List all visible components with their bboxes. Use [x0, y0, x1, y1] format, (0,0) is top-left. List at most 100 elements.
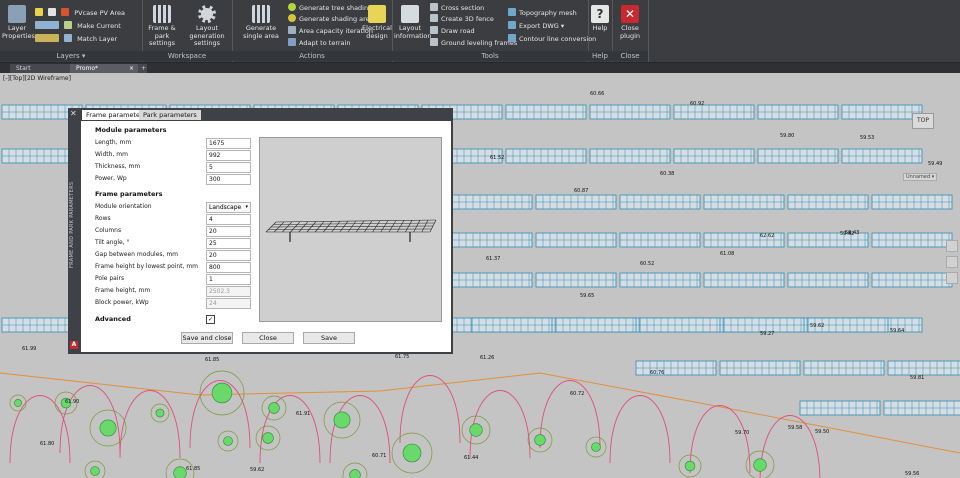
frame-field-input[interactable]: 800	[206, 262, 251, 273]
dialog-side-bar: ✕ FRAME AND PARK PARAMETERS A	[68, 108, 80, 354]
frame-park-settings-button[interactable]: Frame & park settings	[142, 5, 182, 48]
cross-section-icon	[430, 3, 438, 11]
actions-group-title: Actions	[232, 51, 392, 61]
close-plugin-button[interactable]: ✕ Close plugin	[613, 5, 647, 40]
close-button[interactable]: Close	[242, 332, 294, 344]
generate-single-area-button[interactable]: Generate single area	[236, 5, 286, 40]
navbar-zoom-icon[interactable]	[946, 256, 958, 268]
tree-marker	[14, 399, 22, 407]
frame-park-parameters-dialog: ✕ FRAME AND PARK PARAMETERS A Frame para…	[68, 108, 453, 354]
draw-road-button[interactable]: Draw road	[430, 26, 475, 36]
dialog-side-title: FRAME AND PARK PARAMETERS	[69, 181, 75, 268]
frame-parameters-heading: Frame parameters	[95, 190, 163, 198]
module-field-input[interactable]: 992	[206, 150, 251, 161]
viewport-controls-label[interactable]: [-][Top][2D Wireframe]	[3, 75, 71, 82]
elevation-label: 59.62	[250, 467, 265, 473]
layer-tools-2-icon	[35, 34, 59, 42]
module-field-label: Power, Wp	[95, 175, 127, 182]
elevation-label: 59.81	[910, 375, 925, 381]
create-3d-fence-button[interactable]: Create 3D fence	[430, 14, 494, 24]
area-capacity-iteration-button[interactable]: Area capacity iteration	[288, 26, 373, 36]
frame-field-input[interactable]: 1	[206, 274, 251, 285]
topography-mesh-button[interactable]: Topography mesh	[508, 8, 577, 18]
frame-field-input[interactable]: 20	[206, 250, 251, 261]
ribbon-group-workspace: Frame & park settings Layout generation …	[142, 0, 233, 62]
elevation-label: 59.56	[905, 471, 920, 477]
elevation-label: 59.49	[928, 161, 943, 167]
tab-park-parameters[interactable]: Park parameters	[139, 110, 201, 120]
elevation-label: 61.91	[296, 411, 311, 417]
navbar-pan-icon[interactable]	[946, 240, 958, 252]
export-dwg-button[interactable]: Export DWG ▾	[508, 21, 564, 31]
frame-field-input[interactable]: 25	[206, 238, 251, 249]
ucs-unnamed-label[interactable]: Unnamed ▾	[903, 173, 938, 181]
elevation-label: 59.53	[860, 135, 875, 141]
match-layer-button[interactable]: Match Layer	[35, 34, 117, 44]
layout-information-button[interactable]: Layout information	[394, 5, 432, 40]
elevation-label: 61.26	[480, 355, 495, 361]
adapt-to-terrain-button[interactable]: Adapt to terrain	[288, 38, 350, 48]
layers-group-title[interactable]: Layers ▾	[0, 51, 142, 61]
elevation-label: 61.44	[464, 455, 479, 461]
layer-properties-button[interactable]: Layer Properties	[2, 5, 35, 40]
tab-close-icon[interactable]: ×	[129, 64, 134, 73]
viewcube[interactable]: TOP	[912, 113, 934, 129]
tree-shading-outline	[119, 390, 181, 459]
save-button[interactable]: Save	[303, 332, 355, 344]
elevation-label: 60.38	[660, 171, 675, 177]
info-sheet-icon	[401, 5, 419, 23]
ground-leveling-frames-button[interactable]: Ground leveling frames	[430, 38, 517, 48]
tree-marker	[333, 411, 351, 429]
tree-marker	[349, 469, 361, 478]
sun-icon	[48, 8, 57, 16]
generate-shading-area-button[interactable]: Generate shading area	[288, 14, 374, 24]
layer-dropdown[interactable]: PVcase PV Area	[35, 8, 135, 18]
layout-generation-settings-button[interactable]: Layout generation settings	[184, 5, 230, 48]
elevation-label: 60.92	[690, 101, 705, 107]
frame-field-input[interactable]: 20	[206, 226, 251, 237]
advanced-checkbox[interactable]: ✓	[206, 315, 215, 324]
module-field-label: Thickness, mm	[95, 163, 141, 170]
gear-icon	[198, 5, 216, 23]
ribbon-group-help: ? Help Help	[588, 0, 613, 62]
layer-color-icon	[61, 8, 70, 16]
electrical-design-button[interactable]: Electrical design	[362, 5, 392, 40]
frame-field-input[interactable]: 4	[206, 214, 251, 225]
frame-module-row-line	[275, 219, 437, 223]
ribbon-group-layers: Layer Properties PVcase PV Area Make Cur…	[0, 0, 143, 62]
elevation-label: 61.37	[486, 256, 501, 262]
module-field-input[interactable]: 300	[206, 174, 251, 185]
dialog-close-icon[interactable]: ✕	[70, 109, 77, 118]
new-tab-button[interactable]: +	[138, 64, 147, 73]
tab-start[interactable]: Start	[10, 64, 72, 73]
navbar-orbit-icon[interactable]	[946, 272, 958, 284]
tree-marker	[268, 402, 280, 414]
module-field-input[interactable]: 1675	[206, 138, 251, 149]
frame-field-label: Pole pairs	[95, 275, 125, 282]
tree-shading-outline	[689, 405, 751, 474]
module-field-input[interactable]: 5	[206, 162, 251, 173]
help-button[interactable]: ? Help	[590, 5, 610, 33]
elevation-label: 60.66	[590, 91, 605, 97]
frame-field-label: Columns	[95, 227, 122, 234]
save-and-close-button[interactable]: Save and close	[181, 332, 233, 344]
contour-line-conversion-button[interactable]: Contour line conversion	[508, 34, 596, 44]
frame-field-label: Gap between modules, mm	[95, 251, 179, 258]
tab-promo[interactable]: Promo* ×	[70, 64, 138, 73]
frame-field-label: Frame height, mm	[95, 287, 151, 294]
shading-icon	[288, 14, 296, 22]
tree-marker	[262, 432, 274, 444]
tree-shading-outline	[609, 395, 671, 464]
cross-section-button[interactable]: Cross section	[430, 3, 484, 13]
generate-tree-shading-button[interactable]: Generate tree shading	[288, 3, 372, 13]
mesh-icon	[508, 8, 516, 16]
module-orientation-label: Module orientation	[95, 203, 152, 210]
make-current-button[interactable]: Make Current	[35, 21, 121, 31]
autocad-logo-icon: A	[70, 341, 78, 349]
fence-icon	[430, 14, 438, 22]
elevation-label: 60.76	[650, 370, 665, 376]
elevation-label: 60.71	[372, 453, 387, 459]
tree-marker	[534, 434, 546, 446]
tree-marker	[591, 442, 601, 452]
module-orientation-select[interactable]: Landscape ▾	[206, 202, 251, 213]
